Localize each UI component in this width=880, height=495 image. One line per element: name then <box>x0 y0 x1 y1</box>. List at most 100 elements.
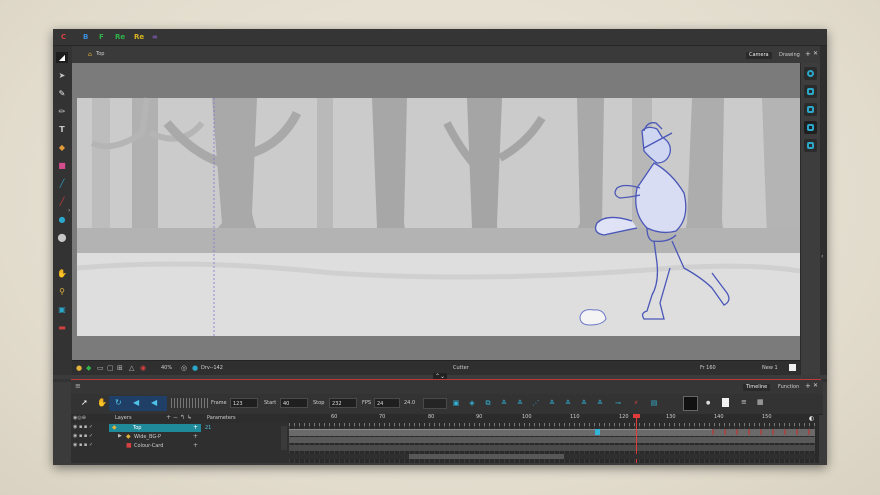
close-icon-2[interactable]: ✕ <box>813 383 818 389</box>
tab-timeline[interactable]: Timeline <box>743 384 771 391</box>
hand-icon[interactable]: ✋ <box>56 268 68 279</box>
expand-arrow-icon[interactable]: ▶ <box>118 433 122 439</box>
keyframe-icon[interactable]: ▣ <box>451 398 461 408</box>
loop-play-icon[interactable]: ↻ <box>115 398 122 407</box>
pencil-icon[interactable]: ✏ <box>56 106 68 117</box>
scrollbar-thumb[interactable] <box>409 454 564 459</box>
stroke-icon[interactable]: ╱ <box>56 196 68 207</box>
letter-b-icon[interactable]: B <box>83 33 88 41</box>
dropper-icon[interactable]: ● <box>56 214 68 225</box>
add-tab-icon[interactable]: + <box>805 51 811 58</box>
eraser-icon[interactable]: ■ <box>56 160 68 171</box>
page-icon[interactable] <box>722 398 729 407</box>
layer-toggles-icon[interactable]: ◉ ▪ ▪ ✓ <box>73 442 93 448</box>
paint-icon[interactable]: ◆ <box>56 142 68 153</box>
volume-slider[interactable] <box>171 398 209 408</box>
layer-row[interactable]: ◉ ▪ ▪ ✓ ■ Colour-Card + <box>71 442 289 450</box>
dot-icon[interactable]: ● <box>706 400 710 406</box>
layer-toggles-icon[interactable]: ◉ ▪ ▪ ✓ <box>73 433 93 439</box>
layer-name[interactable]: Top <box>133 426 141 431</box>
layer-name[interactable]: Colour-Card <box>134 444 163 449</box>
zoom-level[interactable]: 40% <box>161 366 172 371</box>
playhead-handle[interactable] <box>633 414 640 418</box>
layer-cube-icon[interactable] <box>804 85 817 98</box>
layer-add-icon[interactable]: + <box>193 433 198 440</box>
start-field[interactable]: 40 <box>280 398 308 408</box>
sound-icon[interactable]: ◀ <box>133 398 139 407</box>
bulb-icon[interactable]: ● <box>76 364 82 372</box>
text-icon[interactable]: T <box>56 124 68 135</box>
add-tab-icon-2[interactable]: + <box>805 383 811 390</box>
close-icon[interactable]: ✕ <box>813 51 818 57</box>
ease-out-icon[interactable]: ≛ <box>515 398 525 408</box>
sound-scrub-icon[interactable]: ◀ <box>151 398 157 407</box>
tab-drawing[interactable]: Drawing <box>776 52 803 59</box>
home-icon[interactable]: ⌂ <box>88 51 92 58</box>
expand-tools-icon[interactable]: › <box>68 207 70 214</box>
hand-icon-2[interactable]: ✋ <box>97 398 107 407</box>
menu-icon[interactable]: ≡ <box>75 382 81 390</box>
visibility-icon[interactable]: ◉◎⊕ <box>73 415 86 421</box>
display-toggle[interactable] <box>683 396 698 411</box>
onion-icon[interactable]: ◆ <box>86 364 91 372</box>
frame-ruler[interactable]: 60 70 80 90 100 110 120 130 140 150 ◐ <box>289 414 819 426</box>
add-layer-icon[interactable]: + − ↰ ↳ <box>166 414 192 421</box>
layer-row[interactable]: ◉ ▪ ▪ ✓ ◆ Top + 21 <box>71 424 289 432</box>
loop-icon[interactable]: ∞ <box>152 33 158 41</box>
fps-field[interactable]: 24 <box>374 398 400 408</box>
shape-icon[interactable]: ⬤ <box>56 232 68 243</box>
letter-f-icon[interactable]: F <box>99 33 104 41</box>
crop-icon[interactable]: ▣ <box>56 304 68 315</box>
tween-icon[interactable]: ≛ <box>547 398 557 408</box>
contour-icon[interactable]: ➤ <box>56 70 68 81</box>
stop-motion-icon[interactable]: ≛ <box>579 398 589 408</box>
stack-icon[interactable] <box>804 139 817 152</box>
rewind-icon[interactable]: Re <box>115 33 125 41</box>
camera-mode-icon[interactable] <box>804 67 817 80</box>
safe-area-icon[interactable]: ▢ <box>107 364 114 372</box>
reset-icon[interactable]: Re <box>134 33 144 41</box>
rotate-icon[interactable]: ● <box>192 364 198 372</box>
timeline-grid[interactable] <box>289 414 819 463</box>
color-swatch[interactable] <box>789 364 796 371</box>
layer-add-icon[interactable]: + <box>193 424 198 431</box>
frame-field[interactable]: 123 <box>230 398 258 408</box>
keyframe-cell[interactable] <box>595 429 600 435</box>
line-icon[interactable]: ╱ <box>56 178 68 189</box>
zoom-icon[interactable]: ⚲ <box>56 286 68 297</box>
recycle-icon[interactable]: C <box>61 33 66 41</box>
list-icon[interactable]: ≡ <box>741 398 747 406</box>
layer-toggles-icon[interactable]: ◉ ▪ ▪ ✓ <box>73 424 93 430</box>
tab-function[interactable]: Function <box>775 384 802 391</box>
hold-icon[interactable]: ≛ <box>563 398 573 408</box>
interpolation-dropdown[interactable] <box>423 398 447 409</box>
add-keyframe-icon[interactable]: ◈ <box>467 398 477 408</box>
peg-cube-icon[interactable] <box>804 121 817 134</box>
end-marker-icon[interactable]: ◐ <box>809 415 814 422</box>
extend-icon[interactable]: ≛ <box>595 398 605 408</box>
motion-icon[interactable]: ⋰ <box>531 398 541 408</box>
layer-name[interactable]: Wide_BG-P <box>134 435 161 440</box>
layer-scrollbar[interactable] <box>281 426 287 450</box>
layer-add-icon[interactable]: + <box>193 442 198 449</box>
set-ease-icon[interactable]: ⧉ <box>483 398 493 408</box>
frame-icon[interactable]: ▭ <box>97 364 104 372</box>
unlink-icon[interactable]: ⚡ <box>631 398 641 408</box>
tab-camera[interactable]: Camera <box>746 52 772 59</box>
ease-in-icon[interactable]: ≛ <box>499 398 509 408</box>
link-icon[interactable]: ⊸ <box>613 398 623 408</box>
record-icon[interactable]: ◉ <box>140 364 146 372</box>
layer-row[interactable]: ◉ ▪ ▪ ✓ ▶ ◆ Wide_BG-P + <box>71 433 289 441</box>
collapse-panel-icon[interactable]: ‹ <box>821 253 823 260</box>
select-tool-icon[interactable]: ◢ <box>56 52 68 63</box>
drawing-cube-icon[interactable] <box>804 103 817 116</box>
clip-icon[interactable]: ▤ <box>649 398 659 408</box>
grid-icon-2[interactable]: ▦ <box>757 398 764 406</box>
stop-field[interactable]: 232 <box>329 398 357 408</box>
lock-icon[interactable]: △ <box>129 364 134 372</box>
camera-icon[interactable]: ▬ <box>56 322 68 333</box>
right-scrollbar[interactable] <box>820 46 827 382</box>
pointer-icon[interactable]: ➚ <box>81 398 88 407</box>
camera-canvas[interactable] <box>72 63 800 360</box>
reset-view-icon[interactable]: ◎ <box>181 364 187 372</box>
